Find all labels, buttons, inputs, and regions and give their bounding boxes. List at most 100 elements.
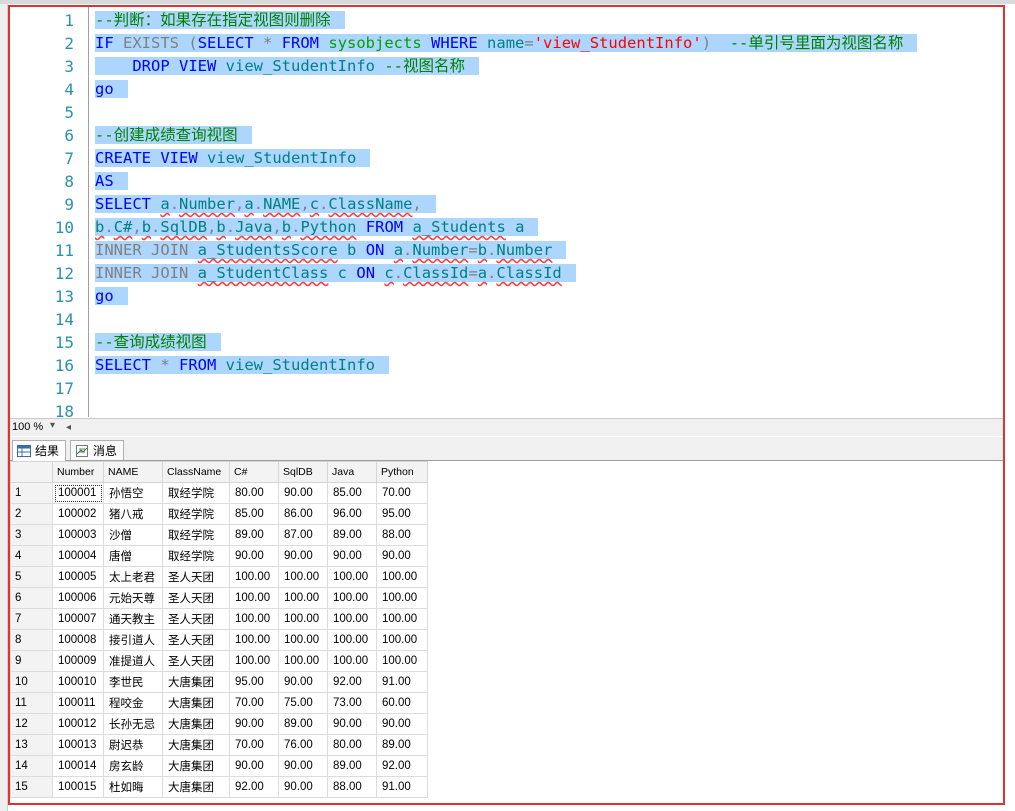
grid-cell[interactable]: 80.00 — [327, 734, 377, 756]
row-number[interactable]: 9 — [10, 650, 53, 672]
grid-cell[interactable]: 准提道人 — [103, 650, 163, 672]
grid-cell[interactable]: 100015 — [52, 776, 104, 798]
table-row[interactable]: 11 100011 程咬金 大唐集团 70.00 75.00 73.00 60.00 — [10, 692, 428, 714]
grid-cell[interactable]: 87.00 — [278, 524, 328, 546]
grid-cell[interactable]: 90.00 — [376, 545, 428, 567]
grid-cell[interactable]: 92.00 — [376, 755, 428, 777]
grid-cell[interactable]: 89.00 — [376, 734, 428, 756]
grid-cell[interactable]: 李世民 — [103, 671, 163, 693]
grid-cell[interactable]: 猪八戒 — [103, 503, 163, 525]
grid-cell[interactable]: 100005 — [52, 566, 104, 588]
grid-cell[interactable]: 100014 — [52, 755, 104, 777]
grid-cell[interactable]: 元始天尊 — [103, 587, 163, 609]
grid-cell[interactable]: 通天教主 — [103, 608, 163, 630]
row-number[interactable]: 2 — [10, 503, 53, 525]
sql-editor[interactable]: 1 2 3 4 5 6 7 8 9 10 11 12 13 14 15 16 17 18 --判断：如果存在指定视… — [10, 7, 1003, 417]
grid-cell[interactable]: 尉迟恭 — [103, 734, 163, 756]
code-line[interactable]: --创建成绩查询视图 — [95, 124, 252, 147]
grid-cell[interactable]: 60.00 — [376, 692, 428, 714]
grid-cell[interactable]: 76.00 — [278, 734, 328, 756]
grid-cell[interactable]: 86.00 — [278, 503, 328, 525]
row-number[interactable]: 14 — [10, 755, 53, 777]
grid-cell[interactable]: 100001 — [52, 482, 104, 504]
grid-cell[interactable]: 100.00 — [327, 650, 377, 672]
row-number[interactable]: 4 — [10, 545, 53, 567]
grid-cell[interactable]: 唐僧 — [103, 545, 163, 567]
code-line[interactable]: DROP VIEW view_StudentInfo --视图名称 — [95, 55, 479, 78]
grid-cell[interactable]: 90.00 — [229, 755, 279, 777]
grid-cell[interactable]: 91.00 — [376, 671, 428, 693]
grid-cell[interactable]: 90.00 — [278, 776, 328, 798]
code-line[interactable]: AS — [95, 170, 128, 193]
grid-cell[interactable]: 圣人天团 — [162, 566, 230, 588]
row-number[interactable]: 10 — [10, 671, 53, 693]
grid-cell[interactable]: 100.00 — [229, 608, 279, 630]
grid-cell[interactable]: 取经学院 — [162, 524, 230, 546]
column-header[interactable]: C# — [229, 461, 279, 483]
grid-cell[interactable]: 取经学院 — [162, 503, 230, 525]
grid-cell[interactable]: 100.00 — [376, 629, 428, 651]
grid-cell[interactable]: 91.00 — [376, 776, 428, 798]
table-row[interactable]: 7 100007 通天教主 圣人天团 100.00 100.00 100.00 100.00 — [10, 608, 428, 630]
table-row[interactable]: 2 100002 猪八戒 取经学院 85.00 86.00 96.00 95.00 — [10, 503, 428, 525]
grid-cell[interactable]: 90.00 — [278, 482, 328, 504]
grid-cell[interactable]: 大唐集团 — [162, 776, 230, 798]
chevron-down-icon[interactable]: ▾ — [50, 420, 55, 431]
grid-cell[interactable]: 80.00 — [229, 482, 279, 504]
row-number[interactable]: 11 — [10, 692, 53, 714]
grid-cell[interactable]: 孙悟空 — [103, 482, 163, 504]
grid-cell[interactable]: 100011 — [52, 692, 104, 714]
grid-cell[interactable]: 圣人天团 — [162, 608, 230, 630]
grid-cell[interactable]: 太上老君 — [103, 566, 163, 588]
grid-cell[interactable]: 100.00 — [278, 608, 328, 630]
row-number[interactable]: 1 — [10, 482, 53, 504]
table-row[interactable]: 14 100014 房玄龄 大唐集团 90.00 90.00 89.00 92.00 — [10, 755, 428, 777]
grid-cell[interactable]: 大唐集团 — [162, 755, 230, 777]
grid-cell[interactable]: 100008 — [52, 629, 104, 651]
row-number[interactable]: 13 — [10, 734, 53, 756]
table-row[interactable]: 12 100012 长孙无忌 大唐集团 90.00 89.00 90.00 90.00 — [10, 713, 428, 735]
grid-cell[interactable]: 100.00 — [278, 566, 328, 588]
grid-cell[interactable]: 100006 — [52, 587, 104, 609]
table-row[interactable]: 5 100005 太上老君 圣人天团 100.00 100.00 100.00 100.00 — [10, 566, 428, 588]
grid-cell[interactable]: 70.00 — [376, 482, 428, 504]
grid-cell[interactable]: 90.00 — [376, 713, 428, 735]
grid-cell[interactable]: 89.00 — [278, 713, 328, 735]
grid-cell[interactable]: 90.00 — [278, 545, 328, 567]
grid-cell[interactable]: 取经学院 — [162, 482, 230, 504]
row-number[interactable]: 8 — [10, 629, 53, 651]
grid-cell[interactable]: 大唐集团 — [162, 734, 230, 756]
tab-results[interactable]: 结果 — [12, 440, 67, 461]
grid-cell[interactable]: 100.00 — [229, 566, 279, 588]
code-line[interactable]: INNER JOIN a_StudentClass c ON c.ClassId… — [95, 262, 576, 285]
grid-cell[interactable]: 圣人天团 — [162, 587, 230, 609]
table-row[interactable]: 13 100013 尉迟恭 大唐集团 70.00 76.00 80.00 89.00 — [10, 734, 428, 756]
column-header[interactable]: ClassName — [162, 461, 230, 483]
code-line[interactable]: SELECT * FROM view_StudentInfo — [95, 354, 389, 377]
grid-cell[interactable]: 73.00 — [327, 692, 377, 714]
code-line[interactable]: b.C#,b.SqlDB,b.Java,b.Python FROM a_Stud… — [95, 216, 539, 239]
grid-cell[interactable]: 100012 — [52, 713, 104, 735]
scroll-left-icon[interactable]: ◂ — [66, 422, 71, 433]
grid-cell[interactable]: 70.00 — [229, 692, 279, 714]
grid-cell[interactable]: 100.00 — [278, 650, 328, 672]
grid-cell[interactable]: 96.00 — [327, 503, 377, 525]
grid-cell[interactable]: 100.00 — [327, 566, 377, 588]
grid-cell[interactable]: 100.00 — [229, 650, 279, 672]
grid-cell[interactable]: 长孙无忌 — [103, 713, 163, 735]
grid-cell[interactable]: 95.00 — [229, 671, 279, 693]
grid-cell[interactable]: 88.00 — [327, 776, 377, 798]
row-number[interactable]: 5 — [10, 566, 53, 588]
grid-cell[interactable]: 75.00 — [278, 692, 328, 714]
grid-cell[interactable]: 89.00 — [229, 524, 279, 546]
table-row[interactable]: 15 100015 杜如晦 大唐集团 92.00 90.00 88.00 91.00 — [10, 776, 428, 798]
grid-cell[interactable]: 89.00 — [327, 755, 377, 777]
grid-corner[interactable] — [10, 461, 53, 483]
grid-cell[interactable]: 89.00 — [327, 524, 377, 546]
grid-cell[interactable]: 92.00 — [327, 671, 377, 693]
grid-cell[interactable]: 沙僧 — [103, 524, 163, 546]
grid-cell[interactable]: 70.00 — [229, 734, 279, 756]
grid-cell[interactable]: 取经学院 — [162, 545, 230, 567]
grid-cell[interactable]: 90.00 — [229, 713, 279, 735]
zoom-level[interactable]: 100 % — [12, 421, 43, 433]
